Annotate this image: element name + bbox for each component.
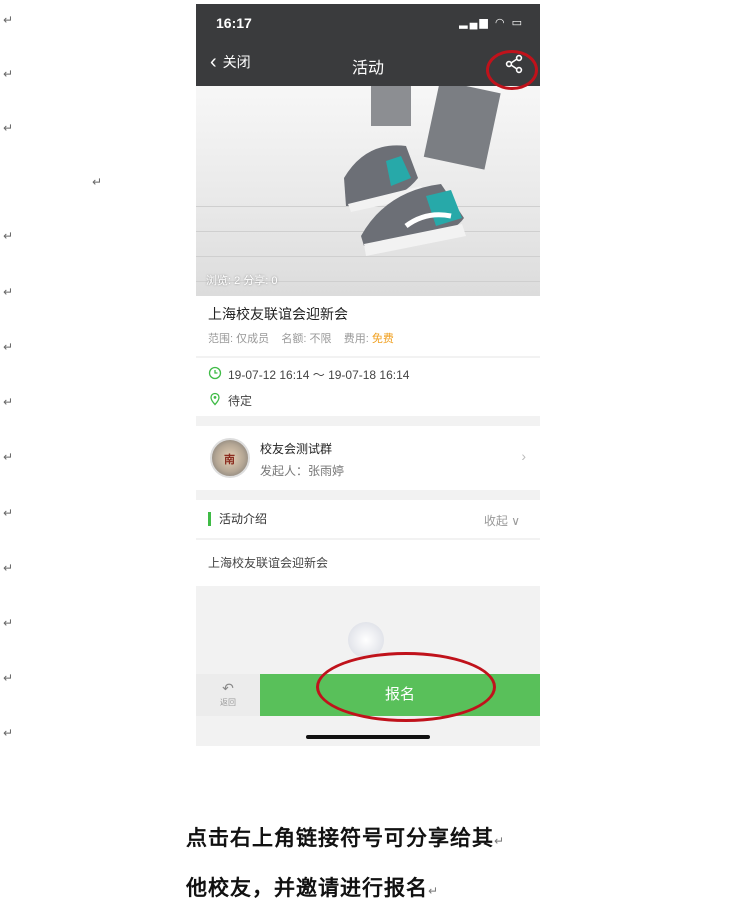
paragraph-mark: ↵ [3,561,14,575]
group-avatar: 南 [210,438,250,478]
status-icons: ▂▄▆ ◠ ▭ [459,17,524,29]
event-time-location-card: 19-07-12 16:14 ～ 19-07-18 16:14 待定 [196,358,540,416]
status-time: 16:17 [216,15,252,31]
organizer-card[interactable]: 南 校友会测试群 发起人：张雨婷 › [196,426,540,490]
home-indicator [306,735,430,739]
status-bar: 16:17 ▂▄▆ ◠ ▭ [196,4,540,42]
intro-heading: 活动介绍 [208,512,267,526]
paragraph-mark: ↵ [3,616,14,630]
caption-text-1: 点击右上角链接符号可分享给其 [186,826,494,850]
event-cover-image: 浏览: 2 分享: 0 [196,86,540,296]
paragraph-mark: ↵ [3,67,14,81]
initiator: 发起人：张雨婷 [260,464,345,478]
undo-icon: ↶ [222,680,234,696]
bottom-action-bar: ↶ 返回 报名 [196,674,540,716]
paragraph-mark: ↵ [3,229,14,243]
paragraph-mark: ↵ [3,395,14,409]
event-location: 待定 [228,394,253,408]
quota-label: 名额: [281,333,307,345]
location-pin-icon [210,392,220,406]
phone-screenshot: 16:17 ▂▄▆ ◠ ▭ ‹ 关闭 活动 浏览: 2 分享: 0 上海校友联谊… [196,4,540,746]
scope-label: 范围: [208,333,234,345]
fee-value: 免费 [371,333,394,345]
intro-body: 上海校友联谊会迎新会 [208,556,329,570]
group-name: 校友会测试群 [260,442,333,456]
paragraph-mark: ↵ [92,175,103,189]
clock-icon [208,366,222,380]
scope-value: 仅成员 [236,333,270,345]
signup-button[interactable]: 报名 [260,674,540,716]
avatar-emblem: 南 [224,454,235,466]
fee-label: 费用: [343,333,369,345]
paragraph-mark: ↵ [3,726,14,740]
paragraph-mark: ↵ [3,450,14,464]
event-meta: 范围: 仅成员 名额: 不限 费用: 免费 [208,330,394,346]
paragraph-mark: ↵ [3,285,14,299]
paragraph-mark: ↵ [3,340,14,354]
caption-line-1: 点击右上角链接符号可分享给其↵ [186,822,505,852]
event-info-card: 上海校友联谊会迎新会 范围: 仅成员 名额: 不限 费用: 免费 [196,296,540,356]
paragraph-mark: ↵ [3,121,14,135]
return-button[interactable]: ↶ 返回 [196,674,260,716]
nav-bar: ‹ 关闭 活动 [196,42,540,86]
collapse-toggle[interactable]: 收起 ∨ [484,512,520,529]
intro-body-card: 上海校友联谊会迎新会 [196,540,540,586]
caption-line-2: 他校友，并邀请进行报名↵ [186,872,439,902]
share-icon [505,54,523,74]
paragraph-mark: ↵ [3,671,14,685]
image-placeholder-icon [348,622,384,658]
intro-section-header: 活动介绍 收起 ∨ [196,500,540,538]
paragraph-mark: ↵ [3,506,14,520]
paragraph-mark: ↵ [428,884,440,898]
quota-value: 不限 [309,333,332,345]
sneaker-photo [344,86,501,256]
paragraph-mark: ↵ [494,834,506,848]
share-button[interactable] [502,52,526,76]
view-share-stats: 浏览: 2 分享: 0 [206,275,278,287]
event-title: 上海校友联谊会迎新会 [208,306,348,322]
chevron-right-icon: › [521,448,526,464]
return-label: 返回 [220,698,236,707]
event-time-range: 19-07-12 16:14 ～ 19-07-18 16:14 [228,368,410,382]
caption-text-2: 他校友，并邀请进行报名 [186,876,428,900]
paragraph-mark: ↵ [3,13,14,27]
page-title: 活动 [351,60,384,77]
